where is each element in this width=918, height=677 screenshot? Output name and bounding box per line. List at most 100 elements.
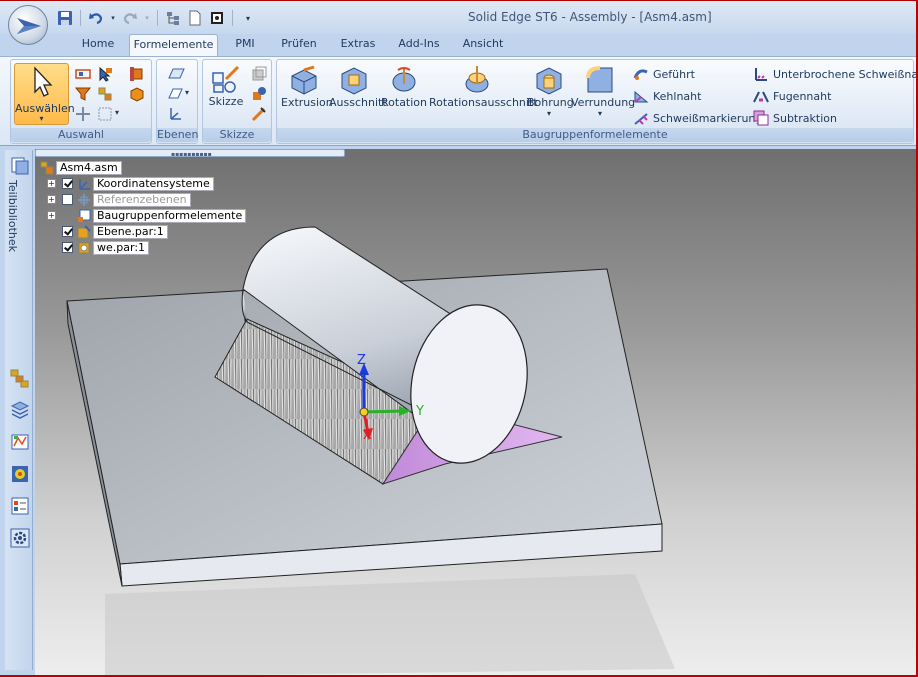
sketch-label: Skizze: [208, 95, 244, 108]
group-auswahl-label: Auswahl: [11, 128, 151, 142]
ausschnitt-button[interactable]: Ausschnitt: [329, 64, 387, 109]
sketch-tool-2-icon[interactable]: [251, 86, 267, 102]
group-ebenen-label: Ebenen: [157, 128, 199, 142]
schweissmarkierung-button[interactable]: Schweißmarkierung: [633, 110, 762, 126]
tab-ansicht[interactable]: Ansicht: [460, 34, 506, 56]
quick-access-toolbar: ▾ ▾ ▾: [56, 8, 257, 28]
part-library-icon[interactable]: [10, 156, 30, 176]
select-button[interactable]: Auswählen ▾: [14, 63, 75, 125]
redo-icon[interactable]: [121, 9, 139, 27]
part-box-icon[interactable]: [129, 86, 145, 102]
rotation-button[interactable]: Rotation: [381, 64, 427, 109]
sketch-tool-1-icon[interactable]: [251, 66, 267, 82]
tree-item-label: Baugruppenformelemente: [93, 208, 247, 223]
undo-dropdown-icon[interactable]: ▾: [109, 9, 117, 27]
rotationsausschnitt-button[interactable]: Rotationsausschnitt: [429, 64, 538, 109]
tree-item-koordinatensysteme[interactable]: + Koordinatensysteme: [47, 176, 214, 191]
new-document-icon[interactable]: [186, 9, 204, 27]
assembly-file-icon: [40, 161, 54, 175]
component-icon[interactable]: [129, 66, 145, 82]
tab-pmi[interactable]: PMI: [230, 34, 260, 56]
verrundung-label: Verrundung: [571, 96, 636, 109]
axis-z-label: Z: [357, 353, 366, 368]
tab-add-ins[interactable]: Add-Ins: [396, 34, 442, 56]
layers-icon[interactable]: [10, 400, 30, 420]
verrundung-dropdown-icon: ▾: [597, 109, 602, 118]
extrusion-button[interactable]: Extrusion: [281, 64, 333, 109]
unterbrochene-schweissnaht-button[interactable]: Unterbrochene Schweißnaht: [753, 66, 918, 82]
tree-root-label: Asm4.asm: [56, 160, 122, 175]
tree-item-we-par[interactable]: we.par:1: [62, 240, 150, 255]
kehlnaht-label: Kehlnaht: [653, 89, 702, 103]
properties-icon[interactable]: [10, 496, 30, 516]
filter-icon[interactable]: [74, 86, 92, 102]
fugennaht-label: Fugennaht: [773, 89, 832, 103]
coordinate-system-icon: [77, 177, 91, 191]
plane-dropdown-icon[interactable]: ▾: [185, 88, 189, 97]
visibility-checkbox[interactable]: [62, 178, 73, 189]
cutout-icon: [338, 64, 370, 96]
sensors-icon[interactable]: [10, 432, 30, 452]
teilbibliothek-tab-label[interactable]: Teilbibliothek: [6, 180, 19, 252]
assembly-features-icon: [77, 209, 91, 223]
groove-weld-icon: [753, 88, 769, 104]
visibility-checkbox[interactable]: [62, 226, 73, 237]
swept-icon: [633, 66, 649, 82]
expand-icon[interactable]: +: [47, 195, 56, 204]
sketch-button[interactable]: Skizze: [205, 63, 247, 108]
tab-formelemente[interactable]: Formelemente: [129, 34, 218, 57]
tree-item-referenzebenen[interactable]: + Referenzebenen: [47, 192, 191, 207]
select-tools-dropdown-icon[interactable]: ▾: [115, 108, 119, 117]
simulation-icon[interactable]: [10, 464, 30, 484]
tab-extras[interactable]: Extras: [338, 34, 378, 56]
extrusion-icon: [288, 64, 320, 96]
tree-root[interactable]: Asm4.asm: [40, 160, 122, 175]
application-button[interactable]: [8, 5, 48, 45]
group-skizze: Skizze Skizze: [202, 59, 272, 144]
cursor-arrow-icon: [34, 66, 53, 97]
expand-icon[interactable]: +: [47, 179, 56, 188]
gefuehrt-button[interactable]: Geführt: [633, 66, 695, 82]
group-baugruppe-label: Baugruppenformelemente: [277, 128, 913, 142]
bohrung-button[interactable]: Bohrung ▾: [527, 64, 574, 118]
select-tools-icon[interactable]: [97, 106, 113, 122]
save-icon[interactable]: [56, 9, 74, 27]
ribbon-tabs: Home Formelemente PMI Prüfen Extras Add-…: [0, 34, 918, 57]
redo-dropdown-icon[interactable]: ▾: [143, 9, 151, 27]
select-pointer-icon[interactable]: [97, 66, 113, 82]
tree-item-label: Koordinatensysteme: [93, 176, 214, 191]
group-auswahl: Auswählen ▾ ▾ Auswahl: [10, 59, 152, 144]
revolved-cutout-icon: [461, 64, 493, 96]
undo-icon[interactable]: [87, 9, 105, 27]
select-parts-icon[interactable]: [97, 86, 113, 102]
plane-options-icon[interactable]: [167, 86, 183, 102]
move-icon[interactable]: [75, 106, 91, 122]
unterbrochene-schweissnaht-label: Unterbrochene Schweißnaht: [773, 67, 918, 81]
structure-icon[interactable]: [164, 9, 182, 27]
title-bar: ▾ ▾ ▾ Solid Edge ST6 - Assembly - [Asm4.…: [0, 0, 918, 34]
axis-y-label: Y: [415, 404, 424, 419]
select-box-icon[interactable]: [75, 66, 91, 82]
tree-item-baugruppenformelemente[interactable]: + Baugruppenformelemente: [47, 208, 247, 223]
visibility-checkbox[interactable]: [62, 194, 73, 205]
expand-icon[interactable]: +: [47, 211, 56, 220]
plane-icon[interactable]: [167, 66, 185, 82]
visibility-checkbox[interactable]: [62, 242, 73, 253]
coordinate-system-icon[interactable]: [167, 106, 183, 122]
verrundung-button[interactable]: Verrundung ▾: [571, 64, 636, 118]
customize-qat-icon[interactable]: ▾: [239, 9, 257, 27]
fugennaht-button[interactable]: Fugennaht: [753, 88, 831, 104]
tree-item-label: Referenzebenen: [93, 192, 191, 207]
kehlnaht-button[interactable]: Kehlnaht: [633, 88, 701, 104]
tab-pruefen[interactable]: Prüfen: [278, 34, 320, 56]
sketch-tool-3-icon[interactable]: [251, 106, 267, 122]
tab-home[interactable]: Home: [78, 34, 118, 56]
group-baugruppenformelemente: Extrusion Ausschnitt Rotation Rotationsa…: [276, 59, 918, 144]
ausschnitt-label: Ausschnitt: [329, 96, 387, 109]
tree-item-ebene-par[interactable]: Ebene.par:1: [62, 224, 168, 239]
subtraktion-button[interactable]: Subtraktion: [753, 110, 837, 126]
assembly-pathfinder-icon[interactable]: [10, 368, 30, 388]
settings-gear-icon[interactable]: [10, 528, 30, 548]
open-file-icon[interactable]: [208, 9, 226, 27]
pathfinder-splitter[interactable]: ▪▪▪▪▪▪▪▪▪▪: [35, 149, 345, 158]
